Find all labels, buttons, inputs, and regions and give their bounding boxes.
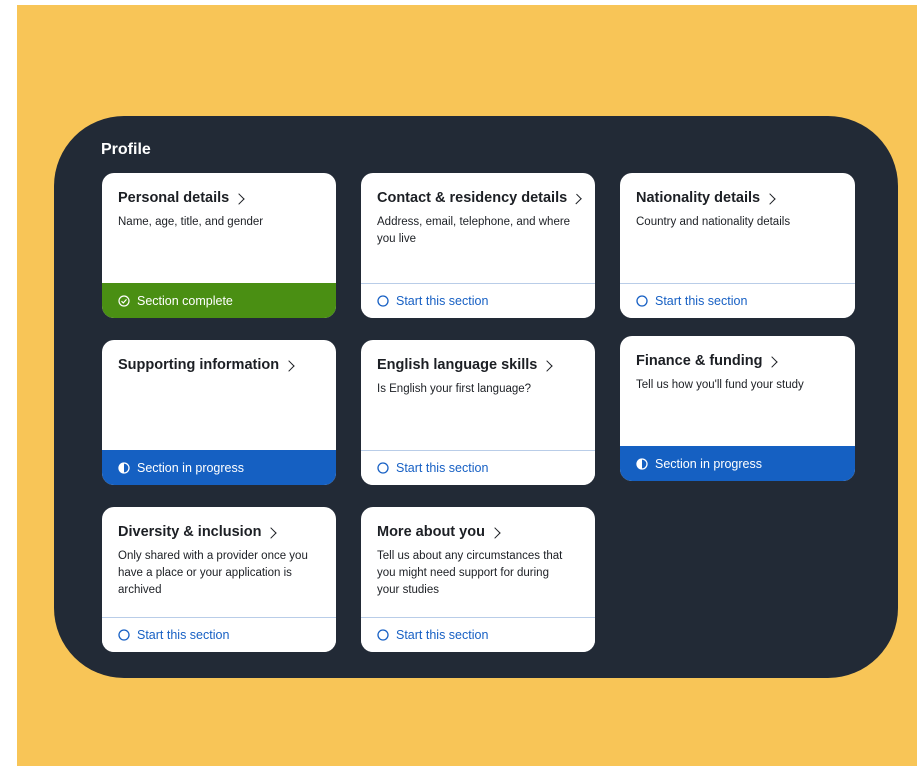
status-text: Section in progress [655, 456, 763, 471]
card-supporting-information[interactable]: Supporting information Section in progre… [102, 340, 336, 485]
card-description: Only shared with a provider once you hav… [118, 550, 308, 596]
card-contact-residency[interactable]: Contact & residency details Address, ema… [361, 173, 595, 318]
start-section-link[interactable]: Start this section [620, 283, 855, 318]
status-badge: Section in progress [620, 446, 855, 481]
chevron-right-icon [233, 192, 245, 205]
card-title-link[interactable]: Diversity & inclusion [118, 524, 321, 540]
status-badge: Section complete [102, 283, 336, 318]
chevron-right-icon [764, 192, 776, 205]
panel-title: Profile [101, 141, 151, 158]
card-description: Is English your first language? [377, 383, 532, 395]
empty-circle-icon [636, 295, 648, 307]
card-title-text: Supporting information [118, 357, 280, 373]
empty-circle-icon [377, 295, 389, 307]
start-section-link[interactable]: Start this section [102, 617, 336, 652]
card-description: Name, age, title, and gender [118, 216, 264, 228]
card-title-text: Finance & funding [636, 353, 763, 369]
chevron-right-icon [265, 526, 278, 539]
status-text: Start this section [396, 461, 489, 475]
card-diversity-inclusion[interactable]: Diversity & inclusion Only shared with a… [102, 507, 336, 652]
half-circle-icon [636, 457, 648, 470]
card-title-text: Nationality details [636, 190, 761, 206]
status-text: Section complete [137, 293, 233, 308]
status-text: Start this section [396, 294, 489, 308]
empty-circle-icon [377, 462, 389, 474]
card-finance-funding[interactable]: Finance & funding Tell us how you'll fun… [620, 336, 855, 481]
card-title-text: Personal details [118, 190, 230, 206]
empty-circle-icon [118, 629, 130, 641]
start-section-link[interactable]: Start this section [361, 450, 595, 485]
chevron-right-icon [283, 359, 295, 372]
card-title-link[interactable]: English language skills [377, 357, 580, 373]
start-section-link[interactable]: Start this section [361, 283, 595, 318]
card-description: Tell us about any circumstances that you… [377, 550, 563, 596]
chevron-right-icon [489, 526, 501, 539]
card-title-link[interactable]: Contact & residency details [377, 190, 582, 206]
card-description: Country and nationality details [636, 216, 791, 228]
check-circle-icon [118, 294, 130, 307]
chevron-right-icon [766, 355, 779, 368]
chevron-right-icon [571, 193, 582, 204]
card-english-language-skills[interactable]: English language skills Is English your … [361, 340, 595, 485]
card-nationality-details[interactable]: Nationality details Country and national… [620, 173, 855, 318]
card-title-link[interactable]: Finance & funding [636, 353, 840, 369]
card-title-link[interactable]: Nationality details [636, 190, 840, 206]
status-text: Start this section [396, 628, 489, 642]
card-title-link[interactable]: More about you [377, 524, 580, 540]
status-badge: Section in progress [102, 450, 336, 485]
card-title-link[interactable]: Supporting information [118, 357, 321, 373]
card-title-text: More about you [377, 524, 485, 540]
status-text: Start this section [655, 294, 748, 308]
card-description: Address, email, telephone, and where you… [377, 216, 571, 245]
card-title-text: Contact & residency details [377, 190, 568, 206]
card-more-about-you[interactable]: More about you Tell us about any circums… [361, 507, 595, 652]
empty-circle-icon [377, 629, 389, 641]
card-title-text: Diversity & inclusion [118, 524, 262, 540]
card-personal-details[interactable]: Personal details Name, age, title, and g… [102, 173, 336, 318]
status-text: Section in progress [137, 460, 245, 475]
card-title-text: English language skills [377, 357, 538, 373]
card-title-link[interactable]: Personal details [118, 190, 321, 206]
card-description: Tell us how you'll fund your study [636, 379, 804, 391]
start-section-link[interactable]: Start this section [361, 617, 595, 652]
chevron-right-icon [541, 359, 554, 372]
half-circle-icon [118, 461, 130, 474]
status-text: Start this section [137, 628, 230, 642]
